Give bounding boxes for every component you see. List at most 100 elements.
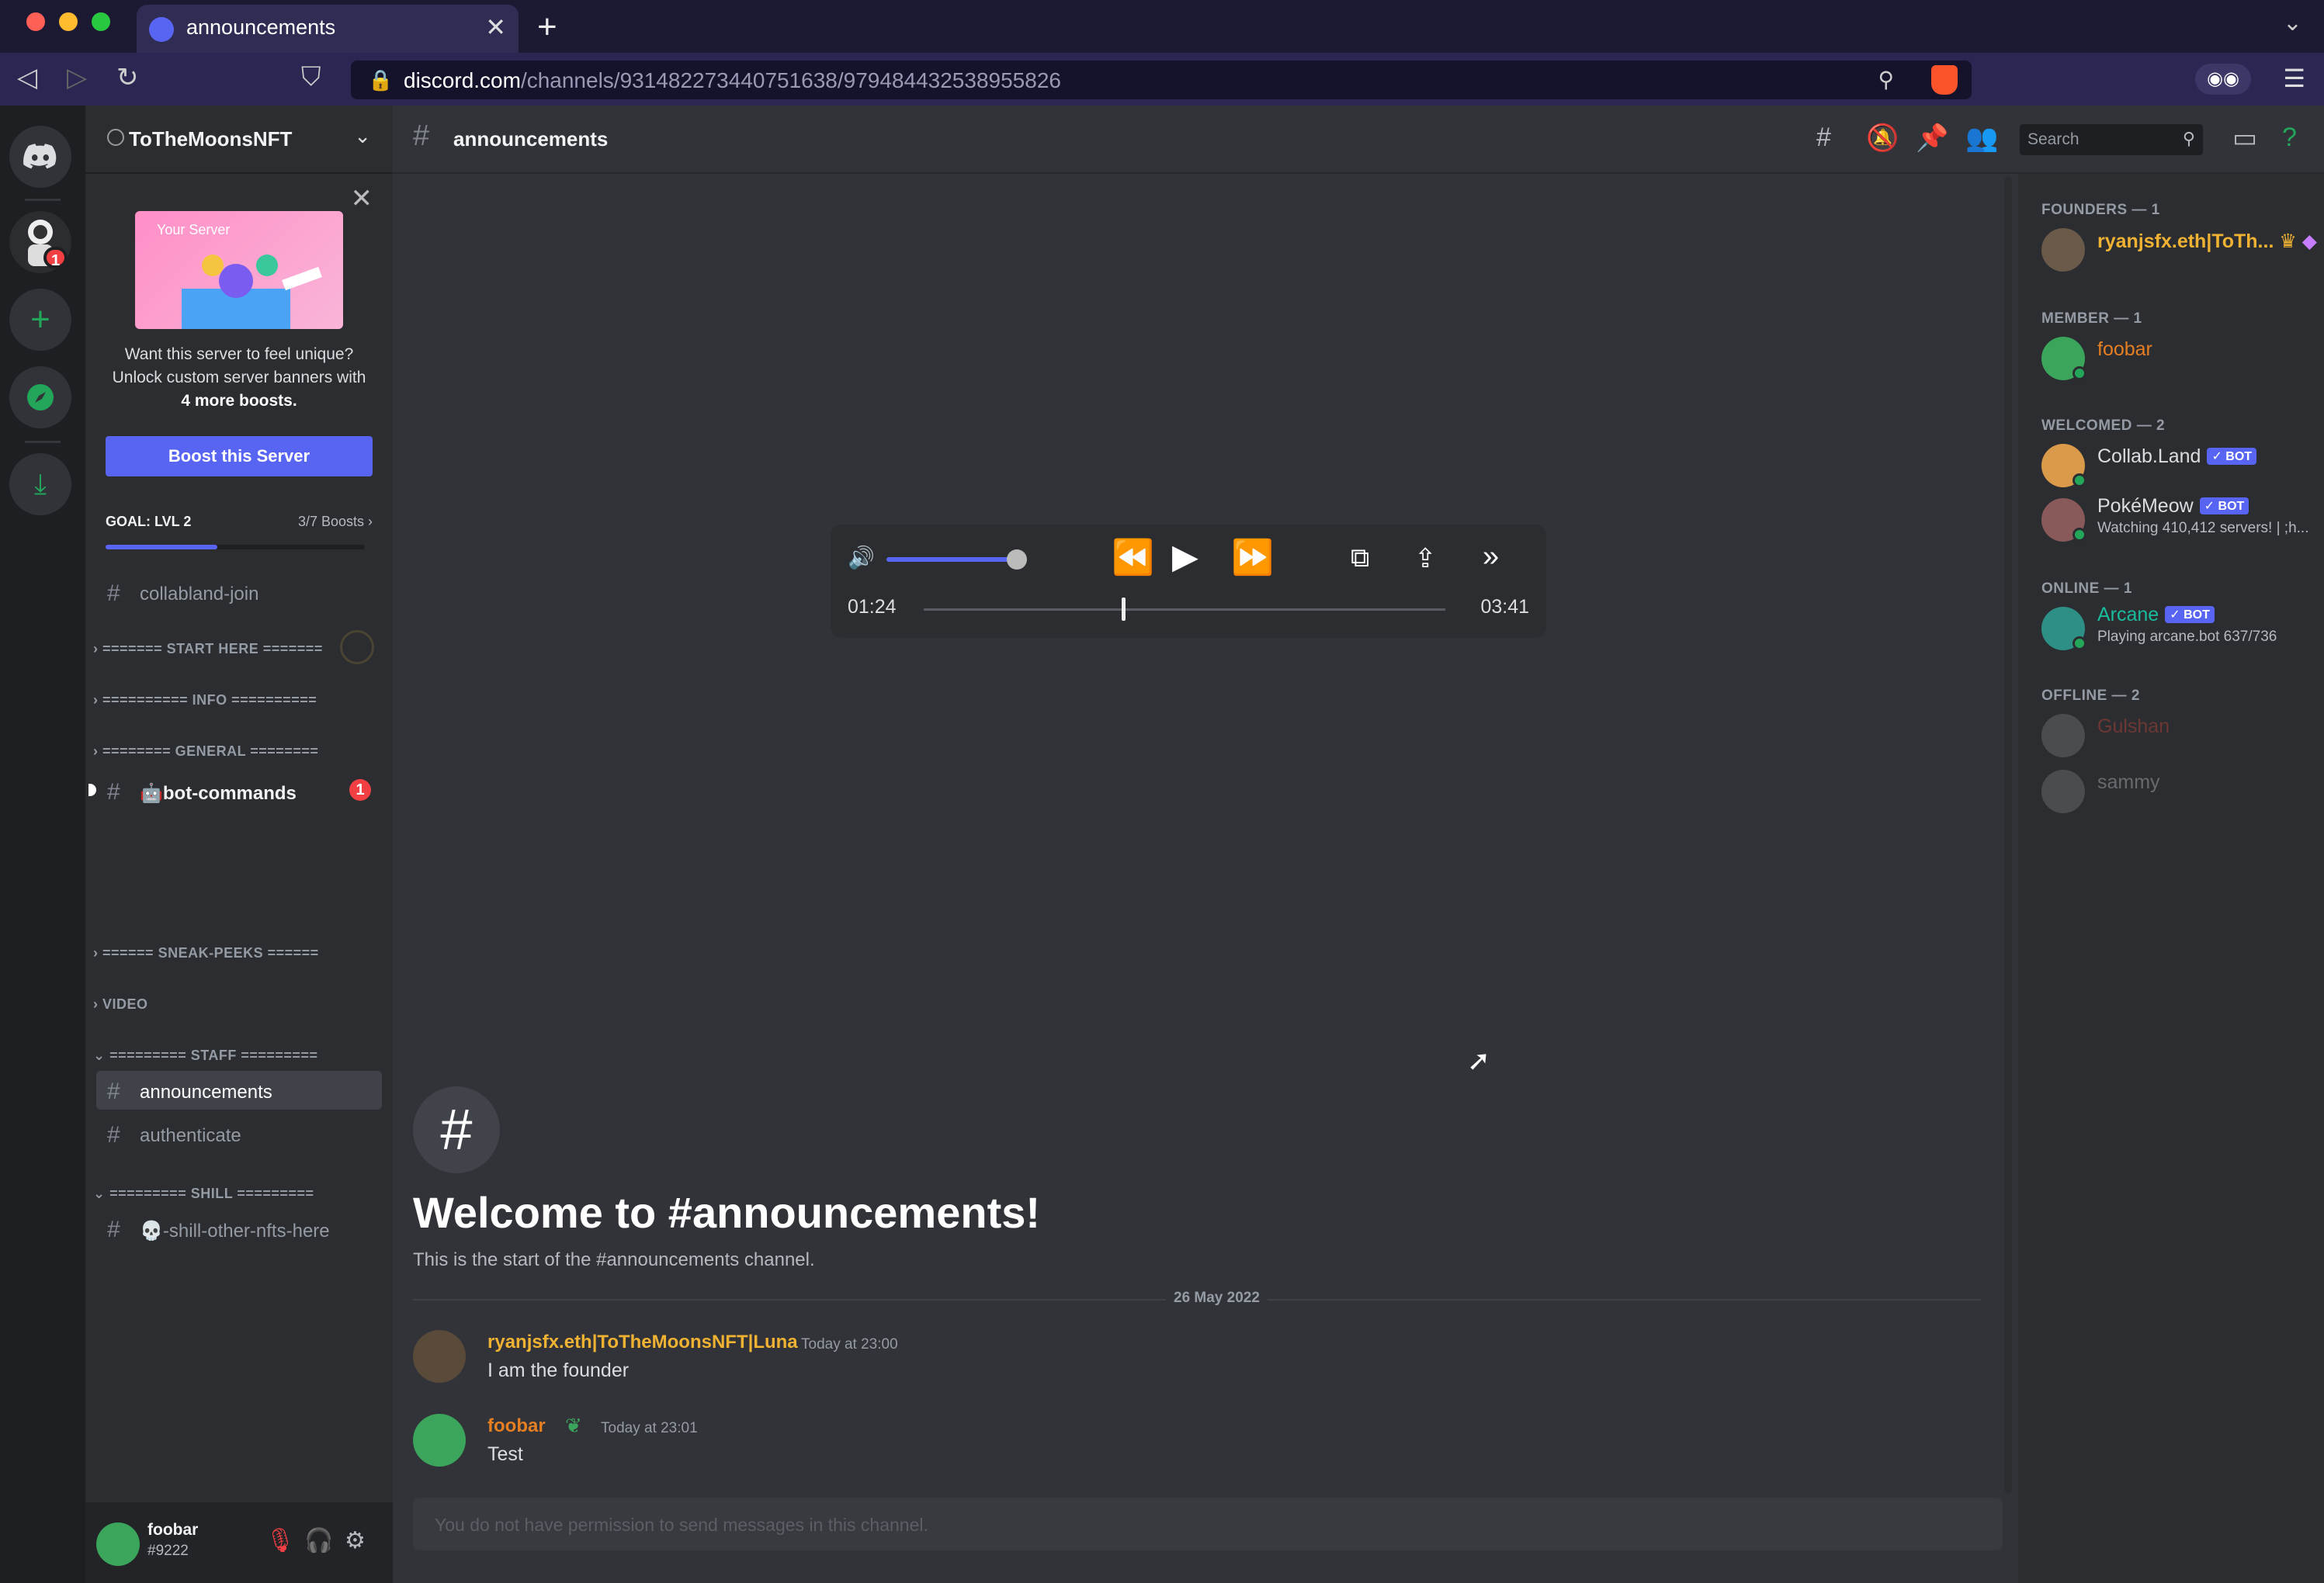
channel-name: authenticate	[140, 1125, 241, 1146]
tab-list-chevron-icon[interactable]: ⌄	[2283, 9, 2302, 36]
bookmark-icon[interactable]: ⛉	[301, 62, 321, 92]
forward-button[interactable]: ▷	[67, 62, 87, 93]
member-item[interactable]: sammy	[2041, 767, 2313, 816]
member-item[interactable]: Gulshan	[2041, 711, 2313, 760]
channel-bot-commands[interactable]: # 🤖bot-commands 1	[88, 771, 382, 810]
hash-icon: #	[107, 580, 120, 606]
current-time: 01:24	[848, 596, 897, 618]
member-item[interactable]: Arcane ✓ BOT Playing arcane.bot 637/736	[2041, 604, 2313, 653]
volume-icon[interactable]: 🔊	[848, 545, 875, 570]
close-tab-icon[interactable]: ✕	[485, 12, 506, 42]
server-icon-tothemoonsnft[interactable]: 1	[9, 211, 71, 273]
fast-forward-button[interactable]: ⏩	[1231, 537, 1274, 577]
help-icon[interactable]: ?	[2282, 123, 2297, 153]
notification-bell-muted-icon[interactable]: 🔕	[1866, 123, 1899, 154]
play-button[interactable]: ▶	[1172, 537, 1198, 577]
avatar[interactable]	[96, 1522, 140, 1566]
close-icon[interactable]: ✕	[351, 183, 373, 214]
message-author[interactable]: foobar	[487, 1415, 546, 1437]
category-staff[interactable]: ⌄ ========= STAFF =========	[93, 1048, 317, 1064]
threads-icon[interactable]: #	[1816, 123, 1831, 153]
inbox-icon[interactable]: ▭	[2232, 123, 2257, 154]
member-item[interactable]: Collab.Land ✓ BOT	[2041, 441, 2313, 490]
download-apps-button[interactable]: ⤓	[9, 453, 71, 515]
member-name: foobar	[2097, 338, 2152, 360]
explore-servers-button[interactable]	[9, 366, 71, 428]
discord-app: 1 + ⤓ ToTheMoonsNFT ⌄ ✕ Your Server Want…	[0, 106, 2324, 1583]
minimize-window-button[interactable]	[59, 12, 78, 31]
headphones-icon[interactable]: 🎧	[304, 1527, 333, 1554]
new-tab-button[interactable]: +	[537, 8, 557, 47]
category-shill[interactable]: ⌄ ========= SHILL =========	[93, 1186, 314, 1202]
member-item[interactable]: ryanjsfx.eth|ToTh... ♛ ◆	[2041, 225, 2317, 275]
boost-server-button[interactable]: Boost this Server	[106, 436, 373, 476]
message-body: Test	[487, 1443, 523, 1465]
reload-button[interactable]: ↻	[116, 62, 139, 93]
message-timestamp: Today at 23:00	[801, 1336, 898, 1353]
add-server-button[interactable]: +	[9, 289, 71, 351]
channel-title: announcements	[453, 127, 609, 151]
search-input[interactable]: Search ⚲	[2020, 124, 2203, 155]
scrollbar[interactable]	[2004, 177, 2012, 1493]
avatar	[2041, 714, 2085, 757]
channel-shill-other-nfts-here[interactable]: # 💀-shill-other-nfts-here	[96, 1209, 382, 1248]
browser-tab[interactable]: announcements ✕	[137, 5, 519, 53]
mute-mic-icon[interactable]: 🎙	[265, 1527, 295, 1554]
server-header[interactable]: ToTheMoonsNFT ⌄	[85, 106, 393, 174]
category-start-here[interactable]: › ======= START HERE =======	[93, 641, 323, 657]
online-status-icon	[2073, 528, 2086, 542]
channel-collabland-join[interactable]: # collabland-join	[96, 573, 382, 611]
category-general[interactable]: › ======== GENERAL ========	[93, 743, 318, 760]
message-author[interactable]: ryanjsfx.eth|ToTheMoonsNFT|Luna	[487, 1332, 798, 1353]
loading-spinner-icon	[340, 630, 374, 664]
pin-icon[interactable]: 📌	[1916, 123, 1948, 154]
channel-name: 🤖bot-commands	[140, 783, 297, 804]
extension-icon[interactable]: ◉◉	[2195, 64, 2251, 95]
seek-bar[interactable]	[924, 608, 1445, 611]
rewind-button[interactable]: ⏪	[1112, 537, 1154, 577]
back-button[interactable]: ◁	[17, 62, 37, 93]
welcome-subtitle: This is the start of the #announcements …	[413, 1249, 815, 1270]
zoom-icon[interactable]: ⚲	[1878, 67, 1894, 92]
expand-chevrons-icon[interactable]: »	[1483, 540, 1499, 573]
boost-gem-icon: ◆	[2301, 230, 2317, 252]
share-icon[interactable]: ⇪	[1414, 543, 1437, 574]
discord-favicon-icon	[149, 17, 174, 42]
avatar[interactable]	[413, 1414, 466, 1467]
role-icon: ❦	[565, 1414, 582, 1437]
member-name: Arcane ✓ BOT	[2097, 604, 2215, 626]
date-label: 26 May 2022	[1166, 1290, 1268, 1307]
avatar[interactable]	[413, 1330, 466, 1383]
boost-line-1: Want this server to feel unique?	[124, 345, 354, 363]
address-bar[interactable]: 🔒 discord.com/channels/93148227344075163…	[351, 61, 1972, 99]
message-composer: You do not have permission to send messa…	[413, 1498, 2003, 1550]
category-sneak-peeks[interactable]: › ====== SNEAK-PEEKS ======	[93, 945, 319, 961]
browser-menu-icon[interactable]: ☰	[2283, 64, 2305, 93]
hash-icon: #	[413, 1086, 500, 1173]
seek-handle[interactable]	[1122, 598, 1126, 621]
close-window-button[interactable]	[26, 12, 45, 31]
server-name: ToTheMoonsNFT	[129, 127, 293, 151]
mouse-cursor-icon: ➚	[1467, 1044, 1491, 1076]
maximize-window-button[interactable]	[92, 12, 110, 31]
picture-in-picture-icon[interactable]: ⧉	[1351, 543, 1369, 573]
channel-authenticate[interactable]: # authenticate	[96, 1114, 382, 1153]
gear-icon[interactable]: ⚙	[345, 1527, 366, 1554]
member-item[interactable]: foobar	[2041, 334, 2313, 383]
compass-icon	[27, 384, 54, 410]
url-text: discord.com/channels/931482273440751638/…	[404, 68, 1061, 92]
direct-messages-button[interactable]	[9, 126, 71, 188]
bot-tag: ✓ BOT	[2199, 497, 2249, 514]
rail-separator	[25, 441, 61, 443]
channel-announcements[interactable]: # announcements	[96, 1071, 382, 1110]
member-item[interactable]: PokéMeow ✓ BOT Watching 410,412 servers! …	[2041, 495, 2313, 545]
members-list-icon[interactable]: 👥	[1965, 123, 1998, 154]
volume-slider-handle[interactable]	[1006, 549, 1027, 570]
category-info[interactable]: › ========== INFO ==========	[93, 692, 317, 708]
brave-shield-icon[interactable]	[1931, 65, 1958, 95]
category-video[interactable]: › VIDEO	[93, 996, 148, 1013]
discord-logo-icon	[23, 144, 57, 169]
volume-slider[interactable]	[886, 557, 1016, 562]
goal-count: 3/7 Boosts ›	[297, 514, 373, 529]
member-name: ryanjsfx.eth|ToTh... ♛ ◆	[2097, 230, 2317, 252]
